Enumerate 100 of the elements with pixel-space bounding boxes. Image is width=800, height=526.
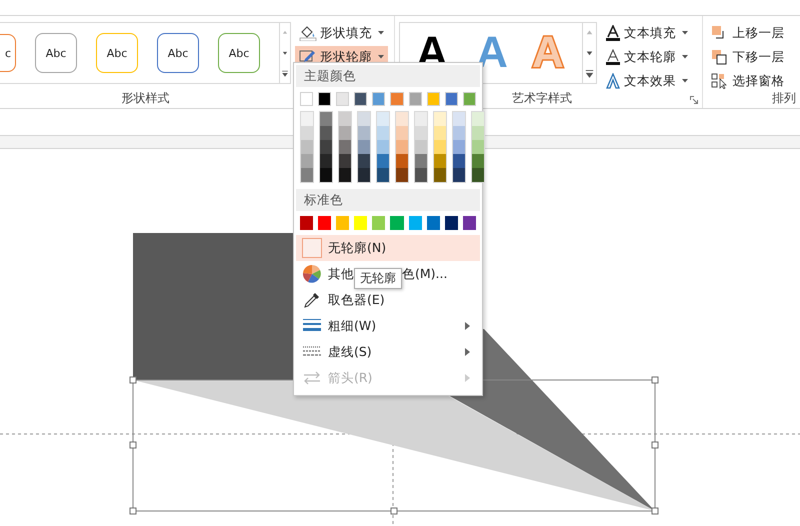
color-swatch[interactable] <box>415 140 427 154</box>
color-swatch[interactable] <box>339 154 351 168</box>
color-swatch[interactable] <box>358 168 370 182</box>
shape-style-swatch[interactable]: Abc <box>218 33 260 73</box>
color-swatch[interactable] <box>301 126 313 140</box>
line-weight-icon <box>303 318 321 334</box>
shape-style-swatch[interactable]: c <box>0 34 16 72</box>
color-swatch[interactable] <box>415 126 427 140</box>
color-swatch[interactable] <box>453 126 465 140</box>
group-label: 艺术字样式 <box>511 90 574 107</box>
color-swatch[interactable] <box>472 168 484 182</box>
color-swatch[interactable] <box>377 154 389 168</box>
color-swatch[interactable] <box>300 216 314 230</box>
color-swatch[interactable] <box>320 168 332 182</box>
color-swatch[interactable] <box>396 168 408 182</box>
color-swatch[interactable] <box>396 112 408 126</box>
menu-item[interactable]: 取色器(E) <box>296 287 480 313</box>
arrows-icon <box>303 370 321 386</box>
submenu-arrow-icon <box>465 348 470 356</box>
color-swatch[interactable] <box>426 216 440 230</box>
color-swatch[interactable] <box>434 140 446 154</box>
color-swatch[interactable] <box>396 154 408 168</box>
caret-icon <box>378 55 384 59</box>
color-swatch[interactable] <box>318 216 332 230</box>
color-swatch[interactable] <box>472 154 484 168</box>
color-swatch[interactable] <box>320 126 332 140</box>
color-swatch[interactable] <box>301 154 313 168</box>
send-backward-icon <box>711 49 730 65</box>
color-swatch[interactable] <box>453 112 465 126</box>
color-swatch[interactable] <box>358 112 370 126</box>
color-swatch[interactable] <box>320 140 332 154</box>
caret-icon <box>682 79 688 83</box>
color-swatch[interactable] <box>339 140 351 154</box>
caret-icon <box>682 31 688 35</box>
color-swatch[interactable] <box>408 216 422 230</box>
color-swatch[interactable] <box>320 112 332 126</box>
caret-icon <box>378 31 384 35</box>
color-swatch[interactable] <box>339 168 351 182</box>
color-swatch[interactable] <box>444 216 458 230</box>
color-swatch[interactable] <box>434 112 446 126</box>
color-swatch[interactable] <box>472 140 484 154</box>
shape-style-swatch[interactable]: Abc <box>96 33 138 73</box>
eyedropper-icon <box>303 291 321 309</box>
color-swatch[interactable] <box>415 154 427 168</box>
color-swatch[interactable] <box>372 216 386 230</box>
color-swatch[interactable] <box>453 140 465 154</box>
color-swatch[interactable] <box>377 126 389 140</box>
color-swatch[interactable] <box>339 112 351 126</box>
paint-bucket-icon <box>299 25 317 41</box>
menu-header: 主题颜色 <box>296 65 480 87</box>
color-swatch[interactable] <box>415 112 427 126</box>
dialog-launcher-icon[interactable] <box>690 96 698 104</box>
text-fill-icon <box>605 25 622 41</box>
color-swatch[interactable] <box>358 126 370 140</box>
menu-item[interactable]: 虚线(S) <box>296 339 480 365</box>
selection-pane-icon <box>711 73 730 89</box>
shape-style-swatch[interactable]: Abc <box>35 33 77 73</box>
color-swatch[interactable] <box>415 168 427 182</box>
ribbon-button[interactable]: 上移一层 <box>707 22 788 44</box>
color-swatch[interactable] <box>390 216 404 230</box>
color-swatch[interactable] <box>472 126 484 140</box>
color-swatch[interactable] <box>358 154 370 168</box>
color-swatch[interactable] <box>301 112 313 126</box>
color-wheel-icon <box>303 265 321 283</box>
submenu-arrow-icon <box>465 322 470 330</box>
color-swatch[interactable] <box>301 168 313 182</box>
color-swatch[interactable] <box>377 112 389 126</box>
caret-icon <box>682 55 688 59</box>
ribbon-button[interactable]: 文本轮廓 <box>601 46 692 68</box>
ribbon-button[interactable]: 选择窗格 <box>707 70 788 92</box>
color-swatch[interactable] <box>453 168 465 182</box>
color-swatch[interactable] <box>434 154 446 168</box>
ribbon-button[interactable]: 形状填充 <box>295 22 388 44</box>
color-swatch[interactable] <box>358 140 370 154</box>
ribbon-button[interactable]: 下移一层 <box>707 46 788 68</box>
shape-style-swatch[interactable]: Abc <box>157 33 199 73</box>
ribbon-button[interactable]: 文本效果 <box>601 70 692 92</box>
color-swatch[interactable] <box>396 126 408 140</box>
group-label: 形状样式 <box>120 90 170 107</box>
menu-header: 标准色 <box>296 189 480 211</box>
color-swatch[interactable] <box>434 168 446 182</box>
color-swatch[interactable] <box>377 168 389 182</box>
color-swatch[interactable] <box>462 216 476 230</box>
color-swatch[interactable] <box>396 140 408 154</box>
text-effect-icon <box>605 73 622 89</box>
empty-swatch-icon <box>302 238 322 258</box>
color-swatch[interactable] <box>301 140 313 154</box>
menu-item[interactable]: 无轮廓(N) <box>296 235 480 261</box>
menu-item[interactable]: 粗细(W) <box>296 313 480 339</box>
text-outline-icon <box>605 49 622 65</box>
submenu-arrow-icon <box>465 374 470 382</box>
group-label: 排列 <box>771 90 797 107</box>
ribbon-button[interactable]: 文本填充 <box>601 22 692 44</box>
color-swatch[interactable] <box>339 126 351 140</box>
color-swatch[interactable] <box>377 140 389 154</box>
color-swatch[interactable] <box>434 126 446 140</box>
color-swatch[interactable] <box>472 112 484 126</box>
color-swatch[interactable] <box>320 154 332 168</box>
tooltip: 无轮廓 <box>354 268 402 289</box>
color-swatch[interactable] <box>453 154 465 168</box>
